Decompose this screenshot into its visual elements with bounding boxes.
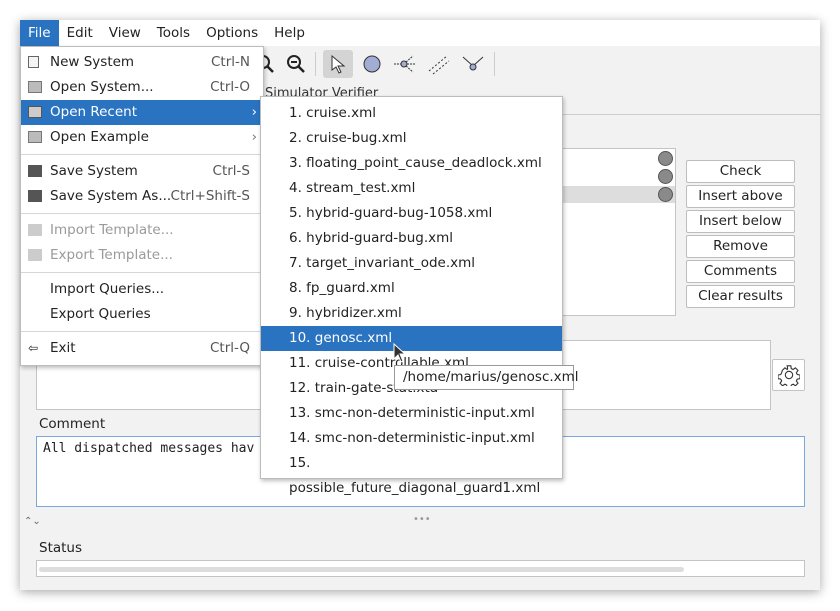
- scrollbar[interactable]: [39, 567, 684, 572]
- query-status-icon: [658, 151, 673, 166]
- save-as-icon: [28, 190, 42, 202]
- gear-icon[interactable]: [772, 359, 805, 391]
- collapse-arrows-icon[interactable]: ⌃⌄: [24, 516, 41, 527]
- menu-item-import-queries[interactable]: Import Queries...: [21, 277, 263, 302]
- recent-file-item[interactable]: 10. genosc.xml: [261, 326, 562, 351]
- edge-tool-icon[interactable]: [424, 50, 454, 78]
- import-icon: [28, 224, 42, 236]
- query-status-icon: [658, 187, 673, 202]
- branch-tool-icon[interactable]: [390, 50, 420, 78]
- save-icon: [28, 165, 42, 177]
- recent-file-item[interactable]: 8. fp_guard.xml: [261, 276, 562, 301]
- recent-file-item[interactable]: 14. smc-non-deterministic-input.xml: [261, 426, 562, 451]
- select-tool-icon[interactable]: [323, 50, 353, 78]
- menu-item-exit[interactable]: ⇦ Exit Ctrl-Q: [21, 336, 263, 361]
- new-file-icon: [28, 56, 39, 68]
- clear-results-button[interactable]: Clear results: [686, 285, 795, 308]
- recent-file-item[interactable]: 4. stream_test.xml: [261, 176, 562, 201]
- recent-file-item[interactable]: 5. hybrid-guard-bug-1058.xml: [261, 201, 562, 226]
- exit-icon: ⇦: [28, 341, 39, 355]
- menu-view[interactable]: View: [101, 20, 149, 46]
- recent-file-item[interactable]: 2. cruise-bug.xml: [261, 126, 562, 151]
- menu-item-open-recent[interactable]: Open Recent ›: [21, 100, 263, 125]
- comments-button[interactable]: Comments: [686, 260, 795, 283]
- nail-tool-icon[interactable]: [458, 50, 488, 78]
- menu-item-export-template[interactable]: Export Template...: [21, 243, 263, 268]
- menu-item-export-queries[interactable]: Export Queries: [21, 302, 263, 327]
- status-label: Status: [39, 540, 83, 556]
- menu-item-open-system[interactable]: Open System... Ctrl-O: [21, 75, 263, 100]
- check-button[interactable]: Check: [686, 160, 795, 183]
- menubar: File Edit View Tools Options Help: [20, 20, 820, 46]
- insert-below-button[interactable]: Insert below: [686, 210, 795, 233]
- menu-item-open-example[interactable]: Open Example ›: [21, 125, 263, 150]
- query-status-icon: [658, 169, 673, 184]
- recent-file-item[interactable]: 9. hybridizer.xml: [261, 301, 562, 326]
- recent-file-item[interactable]: 13. smc-non-deterministic-input.xml: [261, 401, 562, 426]
- recent-file-item[interactable]: 1. cruise.xml: [261, 101, 562, 126]
- menu-item-import-template[interactable]: Import Template...: [21, 218, 263, 243]
- menu-edit[interactable]: Edit: [59, 20, 101, 46]
- recent-file-item[interactable]: 3. floating_point_cause_deadlock.xml: [261, 151, 562, 176]
- mouse-cursor-icon: [393, 342, 407, 367]
- status-field: [36, 560, 805, 577]
- menu-tools[interactable]: Tools: [149, 20, 198, 46]
- recent-file-item[interactable]: 7. target_invariant_ode.xml: [261, 251, 562, 276]
- folder-open-icon: [28, 106, 42, 118]
- menu-item-save-system[interactable]: Save System Ctrl-S: [21, 159, 263, 184]
- export-icon: [28, 249, 42, 261]
- splitter-handle[interactable]: •••: [413, 514, 431, 525]
- insert-above-button[interactable]: Insert above: [686, 185, 795, 208]
- open-recent-submenu: 1. cruise.xml 2. cruise-bug.xml 3. floatin…: [260, 96, 563, 496]
- menu-help[interactable]: Help: [266, 20, 313, 46]
- recent-file-item[interactable]: 15. possible_future_diagonal_guard1.xml: [261, 451, 562, 496]
- file-menu: New System Ctrl-N Open System... Ctrl-O Op…: [20, 46, 264, 366]
- menu-file[interactable]: File: [20, 20, 59, 46]
- zoom-out-icon[interactable]: [281, 50, 311, 78]
- comment-label: Comment: [39, 416, 106, 432]
- tooltip: /home/marius/genosc.xml: [394, 365, 579, 390]
- menu-item-new-system[interactable]: New System Ctrl-N: [21, 50, 263, 75]
- folder-icon: [28, 81, 42, 93]
- menu-options[interactable]: Options: [198, 20, 266, 46]
- folder-icon: [28, 131, 42, 143]
- location-tool-icon[interactable]: [357, 50, 387, 78]
- remove-button[interactable]: Remove: [686, 235, 795, 258]
- recent-file-item[interactable]: 6. hybrid-guard-bug.xml: [261, 226, 562, 251]
- menu-item-save-system-as[interactable]: Save System As... Ctrl+Shift-S: [21, 184, 263, 209]
